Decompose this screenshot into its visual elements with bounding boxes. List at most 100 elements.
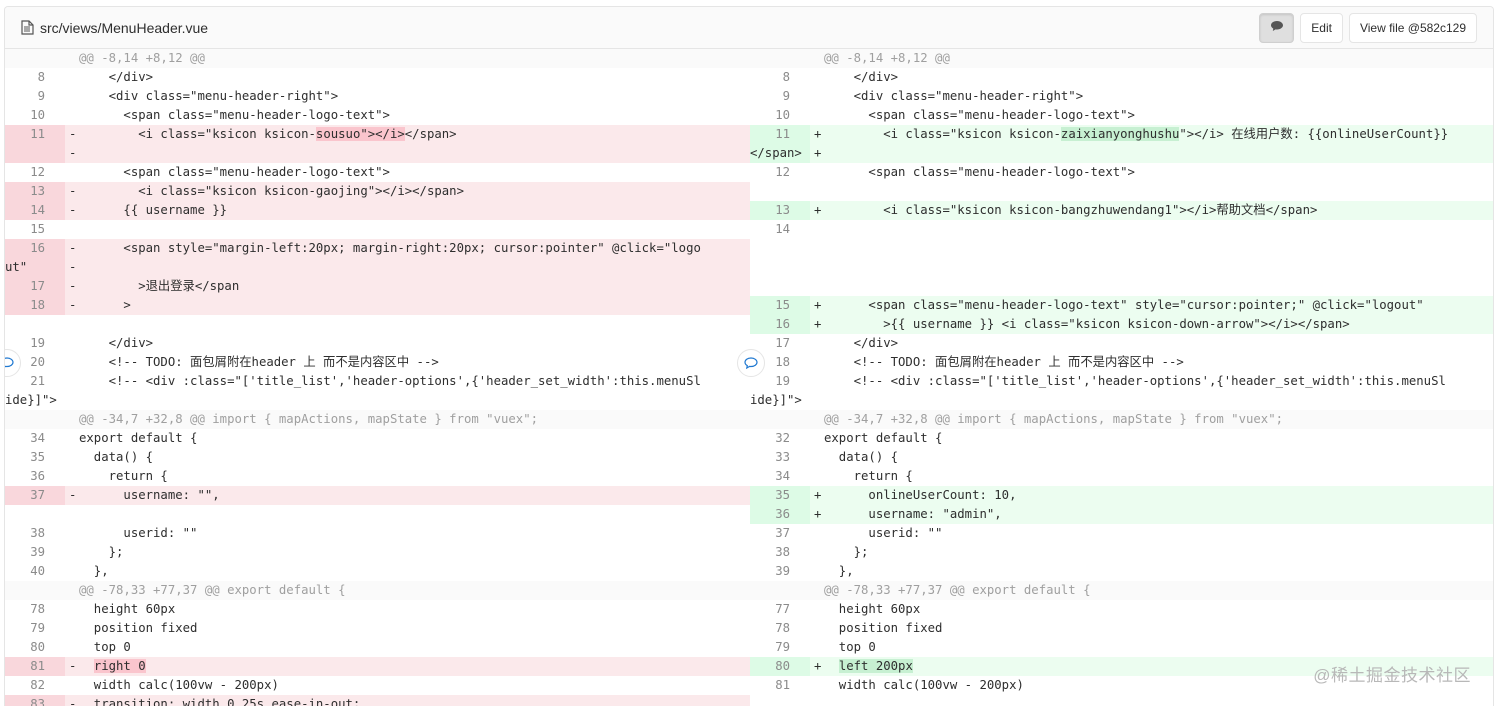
- toggle-comments-button[interactable]: [1259, 12, 1295, 43]
- line-number[interactable]: 81: [750, 676, 810, 695]
- line-number[interactable]: [750, 410, 810, 429]
- line-number[interactable]: 33: [750, 448, 810, 467]
- hunk-header-row: @@ -34,7 +32,8 @@ import { mapActions, m…: [5, 410, 1493, 429]
- view-file-button[interactable]: View file @582c129: [1348, 12, 1477, 43]
- line-number[interactable]: [750, 49, 810, 68]
- line-number[interactable]: 35: [750, 486, 810, 505]
- line-number[interactable]: [750, 182, 810, 201]
- line-number[interactable]: [5, 49, 65, 68]
- line-number[interactable]: 40: [5, 562, 65, 581]
- line-number[interactable]: [750, 239, 810, 258]
- code-text: @@ -8,14 +8,12 @@: [824, 51, 950, 65]
- line-number[interactable]: [750, 258, 810, 277]
- diff-row: 38 userid: "" 37 userid: "": [5, 524, 1493, 543]
- line-number[interactable]: 13: [750, 201, 810, 220]
- line-number[interactable]: [5, 581, 65, 600]
- code-line: </div>: [79, 68, 750, 87]
- code-text: <i class="ksicon ksicon-: [824, 127, 1061, 141]
- code-text: <span class="menu-header-logo-text">: [79, 108, 390, 122]
- line-number[interactable]: 82: [5, 676, 65, 695]
- diff-sign: [810, 429, 824, 448]
- diff-sign: [810, 562, 824, 581]
- code-text: username: "",: [79, 488, 220, 502]
- line-number[interactable]: [5, 410, 65, 429]
- old-side: [5, 315, 750, 334]
- line-number[interactable]: 10: [750, 106, 810, 125]
- diff-sign: [65, 448, 79, 467]
- code-text: </div>: [79, 336, 154, 350]
- code-line: </div>: [79, 334, 750, 353]
- line-number[interactable]: 79: [5, 619, 65, 638]
- line-number[interactable]: 39: [750, 562, 810, 581]
- code-text: onlineUserCount: 10,: [824, 488, 1017, 502]
- line-number[interactable]: 39: [5, 543, 65, 562]
- line-number[interactable]: 80: [750, 657, 810, 676]
- line-number[interactable]: 8: [5, 68, 65, 87]
- line-number[interactable]: 18: [5, 296, 65, 315]
- code-line: export default {: [824, 429, 1493, 448]
- line-number[interactable]: 32: [750, 429, 810, 448]
- line-number[interactable]: 14: [5, 201, 65, 220]
- line-number[interactable]: 34: [750, 467, 810, 486]
- line-number[interactable]: [5, 505, 65, 524]
- code-line: userid: "": [79, 524, 750, 543]
- line-number[interactable]: 34: [5, 429, 65, 448]
- diff-sign: [65, 581, 79, 600]
- line-number[interactable]: 81: [5, 657, 65, 676]
- diff-sign: [810, 638, 824, 657]
- code-line: >: [79, 296, 750, 315]
- line-number[interactable]: 77: [750, 600, 810, 619]
- code-text: <i class="ksicon ksicon-bangzhuwendang1"…: [824, 203, 1318, 217]
- line-number[interactable]: 15: [750, 296, 810, 315]
- line-number[interactable]: [750, 277, 810, 296]
- line-number[interactable]: 12: [5, 163, 65, 182]
- line-number[interactable]: 37: [750, 524, 810, 543]
- line-number[interactable]: 17: [5, 277, 65, 296]
- old-side: 14- {{ username }}: [5, 201, 750, 220]
- code-line: {{ username }}: [79, 201, 750, 220]
- line-number[interactable]: 78: [5, 600, 65, 619]
- line-number[interactable]: 19: [750, 372, 810, 391]
- diff-row: 39 }; 38 };: [5, 543, 1493, 562]
- file-path[interactable]: src/views/MenuHeader.vue: [40, 20, 208, 36]
- old-side: @@ -34,7 +32,8 @@ import { mapActions, m…: [5, 410, 750, 429]
- line-number[interactable]: 16: [750, 315, 810, 334]
- line-number[interactable]: 12: [750, 163, 810, 182]
- line-number[interactable]: 36: [5, 467, 65, 486]
- line-number[interactable]: [750, 695, 810, 706]
- code-text: username: "admin",: [824, 507, 1002, 521]
- add-comment-right-button[interactable]: [737, 349, 765, 377]
- line-number[interactable]: 79: [750, 638, 810, 657]
- comment-icon: [1270, 20, 1284, 35]
- line-number[interactable]: 17: [750, 334, 810, 353]
- edit-button[interactable]: Edit: [1300, 12, 1343, 43]
- line-number[interactable]: 83: [5, 695, 65, 706]
- line-number[interactable]: 11: [5, 125, 65, 144]
- line-number[interactable]: 16: [5, 239, 65, 258]
- line-number[interactable]: 38: [750, 543, 810, 562]
- line-number[interactable]: [750, 581, 810, 600]
- code-line: width calc(100vw - 200px): [79, 676, 750, 695]
- diff-sign: [65, 619, 79, 638]
- line-number[interactable]: 37: [5, 486, 65, 505]
- line-number[interactable]: [5, 144, 65, 163]
- line-number[interactable]: 11: [750, 125, 810, 144]
- line-number[interactable]: 14: [750, 220, 810, 239]
- line-number[interactable]: 9: [750, 87, 810, 106]
- line-number[interactable]: 78: [750, 619, 810, 638]
- diff-row: 79 position fixed 78 position fixed: [5, 619, 1493, 638]
- diff-row: 78 height 60px 77 height 60px: [5, 600, 1493, 619]
- changed-text-highlight: left 200px: [838, 659, 913, 673]
- line-number[interactable]: 35: [5, 448, 65, 467]
- line-number[interactable]: 13: [5, 182, 65, 201]
- line-number[interactable]: 9: [5, 87, 65, 106]
- line-number[interactable]: 38: [5, 524, 65, 543]
- diff-sign: [810, 239, 824, 258]
- line-number[interactable]: 8: [750, 68, 810, 87]
- line-number[interactable]: 10: [5, 106, 65, 125]
- line-number[interactable]: 80: [5, 638, 65, 657]
- line-number[interactable]: 15: [5, 220, 65, 239]
- line-number[interactable]: 36: [750, 505, 810, 524]
- line-number[interactable]: [5, 315, 65, 334]
